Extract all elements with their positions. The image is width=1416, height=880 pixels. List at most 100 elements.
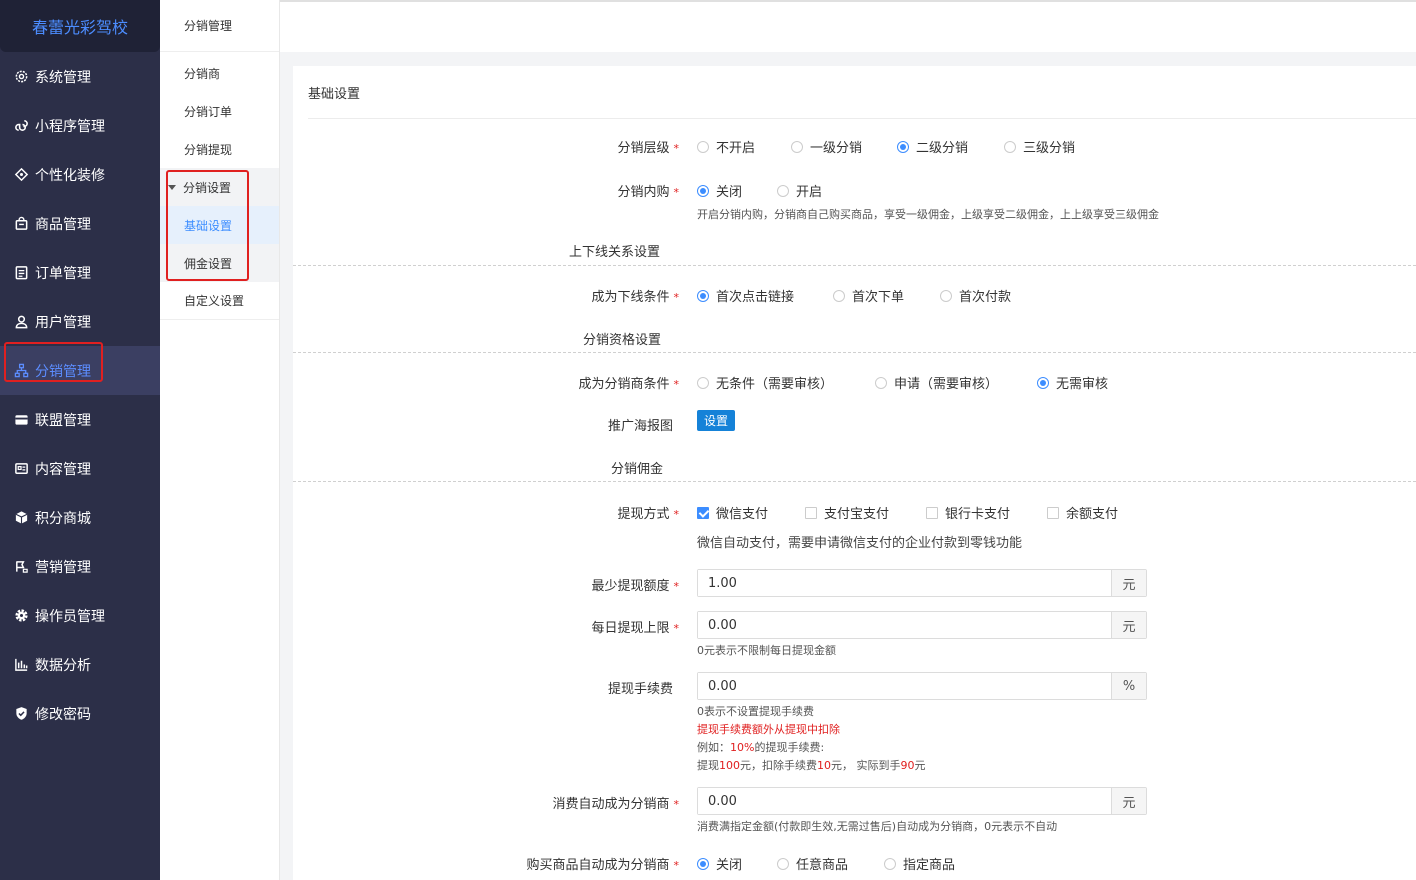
fee-input[interactable]	[698, 673, 1111, 699]
submenu-item-commission-settings[interactable]: 佣金设置	[160, 244, 279, 282]
org-chart-icon	[13, 363, 29, 379]
sidebar-item-label: 订单管理	[35, 265, 91, 282]
daily-limit-input[interactable]	[698, 612, 1111, 638]
downline-option-first-order[interactable]: 首次下单	[833, 286, 904, 305]
sidebar-item-label: 数据分析	[35, 657, 91, 674]
level-option-off[interactable]: 不开启	[697, 137, 755, 156]
radio-button[interactable]	[697, 376, 709, 389]
withdraw-option-bank[interactable]: 银行卡支付	[926, 503, 1010, 522]
sidebar-item-marketing[interactable]: 营销管理	[0, 542, 160, 591]
auto-buy-label: 购买商品自动成为分销商 *	[526, 858, 679, 873]
sidebar-item-system[interactable]: 系统管理	[0, 52, 160, 101]
radio-button-selected[interactable]	[697, 857, 709, 870]
order-list-icon	[13, 265, 29, 281]
fee-input-group: %	[697, 672, 1147, 700]
sidebar-item-change-password[interactable]: 修改密码	[0, 689, 160, 738]
checkbox[interactable]	[805, 506, 817, 519]
sidebar-item-mini-program[interactable]: 小程序管理	[0, 101, 160, 150]
sidebar-item-distribution[interactable]: 分销管理	[0, 346, 160, 395]
sidebar-item-points-mall[interactable]: 积分商城	[0, 493, 160, 542]
level-option-three[interactable]: 三级分销	[1004, 137, 1075, 156]
checkbox[interactable]	[1047, 506, 1059, 519]
radio-button[interactable]	[777, 857, 789, 870]
downline-option-first-pay[interactable]: 首次付款	[940, 286, 1011, 305]
submenu-item-custom-settings[interactable]: 自定义设置	[160, 282, 279, 320]
sidebar-item-label: 个性化装修	[35, 167, 105, 184]
sidebar-item-decoration[interactable]: 个性化装修	[0, 150, 160, 199]
top-bar	[280, 0, 1416, 52]
unit-addon: 元	[1111, 788, 1146, 814]
fee-label: 提现手续费	[607, 682, 673, 697]
level-option-two[interactable]: 二级分销	[897, 137, 968, 156]
become-option-no-review[interactable]: 无需审核	[1037, 373, 1108, 392]
internal-option-open[interactable]: 开启	[777, 181, 822, 200]
unit-addon: 元	[1111, 612, 1146, 638]
submenu-item-orders[interactable]: 分销订单	[160, 92, 279, 130]
become-option-unconditional[interactable]: 无条件（需要审核）	[697, 373, 833, 392]
auto-consume-input[interactable]	[698, 788, 1111, 814]
submenu-group-settings[interactable]: 分销设置	[160, 168, 279, 206]
submenu: 分销管理 分销商 分销订单 分销提现 分销设置 基础设置 佣金设置 自定义设置	[160, 0, 280, 880]
sidebar-item-label: 营销管理	[35, 559, 91, 576]
section-divider	[293, 481, 1416, 482]
withdraw-option-alipay[interactable]: 支付宝支付	[805, 503, 889, 522]
submenu-item-withdrawals[interactable]: 分销提现	[160, 130, 279, 168]
sidebar-item-label: 修改密码	[35, 706, 91, 723]
internal-hint: 开启分销内购，分销商自己购买商品，享受一级佣金，上级享受二级佣金，上上级享受三级…	[697, 208, 1159, 221]
main-content: 基础设置 分销层级 * 不开启 一级分销 二级分销 三级分销 分销内购 * 关闭 开…	[280, 52, 1416, 880]
cube-icon	[13, 510, 29, 526]
level-option-one[interactable]: 一级分销	[791, 137, 862, 156]
downline-label: 成为下线条件 *	[591, 290, 679, 305]
sidebar-item-users[interactable]: 用户管理	[0, 297, 160, 346]
sidebar-item-analytics[interactable]: 数据分析	[0, 640, 160, 689]
brand-title: 春蕾光彩驾校	[0, 0, 160, 52]
fee-hint-example: 例如：10%的提现手续费:	[697, 741, 825, 754]
poster-settings-button[interactable]: 设置	[697, 410, 736, 431]
radio-button[interactable]	[777, 184, 789, 197]
auto-buy-option-any[interactable]: 任意商品	[777, 854, 848, 873]
auto-buy-option-close[interactable]: 关闭	[697, 854, 742, 873]
sidebar-item-alliance[interactable]: 联盟管理	[0, 395, 160, 444]
radio-button-selected[interactable]	[1037, 376, 1049, 389]
withdraw-method-label: 提现方式 *	[617, 507, 679, 522]
card-icon	[13, 412, 29, 428]
min-withdraw-input[interactable]	[698, 570, 1111, 596]
radio-button-selected[interactable]	[697, 289, 709, 302]
radio-button[interactable]	[697, 140, 709, 153]
panel-title: 基础设置	[308, 87, 361, 102]
sidebar-item-label: 操作员管理	[35, 608, 105, 625]
radio-button[interactable]	[833, 289, 845, 302]
withdraw-option-balance[interactable]: 余额支付	[1047, 503, 1118, 522]
sidebar-item-operators[interactable]: 操作员管理	[0, 591, 160, 640]
sidebar-item-orders[interactable]: 订单管理	[0, 248, 160, 297]
sidebar-item-label: 分销管理	[35, 363, 91, 380]
radio-button-selected[interactable]	[697, 184, 709, 197]
sidebar-item-content[interactable]: 内容管理	[0, 444, 160, 493]
daily-limit-label: 每日提现上限 *	[591, 621, 679, 636]
submenu-item-distributors[interactable]: 分销商	[160, 54, 279, 92]
become-option-apply[interactable]: 申请（需要审核）	[875, 373, 998, 392]
shield-check-icon	[13, 706, 29, 722]
poster-label: 推广海报图	[607, 419, 673, 434]
gear-solid-icon	[13, 608, 29, 624]
radio-button[interactable]	[940, 289, 952, 302]
auto-consume-label: 消费自动成为分销商 *	[552, 797, 679, 812]
checkbox-checked[interactable]	[697, 506, 709, 519]
internal-option-close[interactable]: 关闭	[697, 181, 742, 200]
downline-option-click[interactable]: 首次点击链接	[697, 286, 794, 305]
radio-button[interactable]	[884, 857, 896, 870]
min-withdraw-input-group: 元	[697, 569, 1147, 597]
checkbox[interactable]	[926, 506, 938, 519]
radio-button-selected[interactable]	[897, 140, 909, 153]
radio-button[interactable]	[791, 140, 803, 153]
withdraw-option-wechat[interactable]: 微信支付	[697, 503, 768, 522]
auto-buy-option-specified[interactable]: 指定商品	[884, 854, 955, 873]
radio-button[interactable]	[875, 376, 887, 389]
sidebar-item-label: 内容管理	[35, 461, 91, 478]
submenu-item-basic-settings[interactable]: 基础设置	[160, 206, 279, 244]
radio-button[interactable]	[1004, 140, 1016, 153]
unit-addon: %	[1111, 673, 1146, 699]
fee-hint-1: 0表示不设置提现手续费	[697, 705, 814, 718]
sidebar-item-goods[interactable]: 商品管理	[0, 199, 160, 248]
sidebar-item-label: 小程序管理	[35, 118, 105, 135]
